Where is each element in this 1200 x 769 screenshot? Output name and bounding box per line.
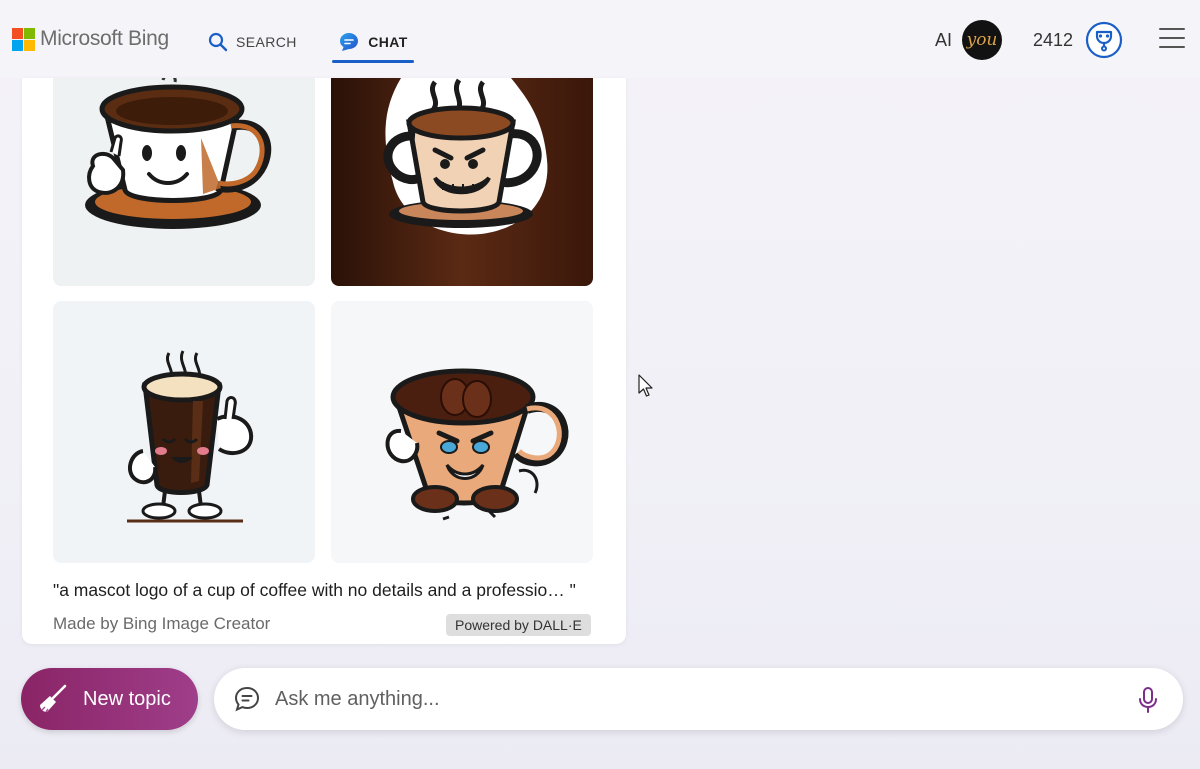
microphone-icon[interactable] (1137, 686, 1159, 719)
generated-image-2[interactable] (331, 78, 593, 286)
avatar[interactable]: you (962, 20, 1002, 60)
hamburger-menu-icon[interactable] (1159, 28, 1185, 50)
active-tab-indicator (332, 60, 414, 63)
logo-text: Microsoft Bing (40, 27, 169, 50)
bing-logo[interactable]: Microsoft Bing (12, 27, 169, 51)
chat-bubble-icon (338, 31, 360, 53)
search-icon (208, 32, 228, 52)
tab-search-label: SEARCH (236, 34, 297, 50)
new-topic-button[interactable]: New topic (21, 668, 198, 730)
trophy-icon[interactable] (1085, 21, 1123, 59)
microsoft-logo-icon (12, 27, 35, 51)
mouse-cursor-icon (638, 374, 654, 403)
made-by-text[interactable]: Made by Bing Image Creator (53, 614, 270, 634)
powered-by-badge: Powered by DALL·E (446, 614, 591, 636)
generated-image-3[interactable] (53, 301, 315, 563)
ai-label: AI (935, 30, 953, 50)
ask-input[interactable] (275, 687, 1115, 711)
image-result-card: "a mascot logo of a cup of coffee with n… (22, 78, 626, 644)
generated-image-4[interactable] (331, 301, 593, 563)
top-header: Microsoft Bing SEARCH CHAT AI you 2412 (0, 0, 1200, 78)
new-topic-label: New topic (83, 687, 171, 710)
rewards-points[interactable]: 2412 (1033, 30, 1073, 51)
chat-input-box[interactable] (214, 668, 1183, 730)
avatar-text: you (966, 30, 998, 50)
image-prompt-caption[interactable]: "a mascot logo of a cup of coffee with n… (53, 580, 576, 601)
chat-input-icon (233, 685, 261, 713)
tab-search[interactable]: SEARCH (208, 22, 297, 62)
tab-chat-label: CHAT (368, 34, 408, 50)
broom-icon (37, 683, 69, 715)
tab-chat[interactable]: CHAT (332, 22, 414, 63)
generated-image-1[interactable] (53, 78, 315, 286)
